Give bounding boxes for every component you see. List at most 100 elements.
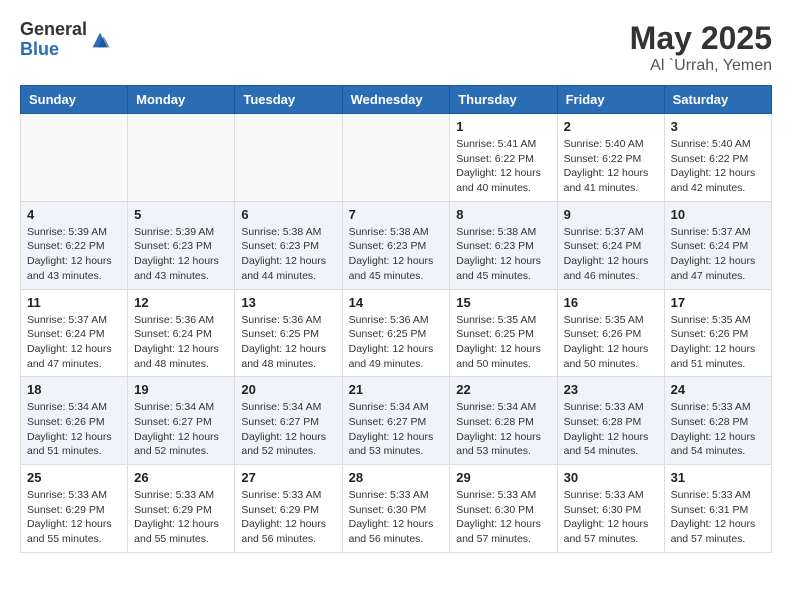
calendar-header-row: SundayMondayTuesdayWednesdayThursdayFrid… xyxy=(21,86,772,114)
calendar-week-row: 18Sunrise: 5:34 AM Sunset: 6:26 PM Dayli… xyxy=(21,377,772,465)
calendar-table: SundayMondayTuesdayWednesdayThursdayFrid… xyxy=(20,85,772,553)
day-number: 21 xyxy=(349,382,444,397)
calendar-cell: 3Sunrise: 5:40 AM Sunset: 6:22 PM Daylig… xyxy=(664,114,771,202)
day-number: 19 xyxy=(134,382,228,397)
day-info: Sunrise: 5:34 AM Sunset: 6:27 PM Dayligh… xyxy=(134,400,228,459)
day-info: Sunrise: 5:37 AM Sunset: 6:24 PM Dayligh… xyxy=(27,313,121,372)
day-number: 29 xyxy=(456,470,550,485)
day-info: Sunrise: 5:33 AM Sunset: 6:30 PM Dayligh… xyxy=(456,488,550,547)
calendar-cell: 18Sunrise: 5:34 AM Sunset: 6:26 PM Dayli… xyxy=(21,377,128,465)
day-number: 3 xyxy=(671,119,765,134)
calendar-cell: 19 Sunrise: 5:34 AM Sunset: 6:27 PM Dayli… xyxy=(128,377,235,465)
day-number: 17 xyxy=(671,295,765,310)
calendar-cell: 13 Sunrise: 5:36 AM Sunset: 6:25 PM Dayli… xyxy=(235,289,342,377)
day-info: Sunrise: 5:33 AM Sunset: 6:29 PM Dayligh… xyxy=(27,488,121,547)
day-info: Sunrise: 5:37 AM Sunset: 6:24 PM Dayligh… xyxy=(671,225,765,284)
day-number: 8 xyxy=(456,207,550,222)
day-info: Sunrise: 5:38 AM Sunset: 6:23 PM Dayligh… xyxy=(456,225,550,284)
day-number: 22 xyxy=(456,382,550,397)
calendar-cell: 30Sunrise: 5:33 AM Sunset: 6:30 PM Dayli… xyxy=(557,465,664,553)
calendar-week-row: 1 Sunrise: 5:41 AM Sunset: 6:22 PM Daylig… xyxy=(21,114,772,202)
calendar-cell: 15Sunrise: 5:35 AM Sunset: 6:25 PM Dayli… xyxy=(450,289,557,377)
calendar-cell: 10Sunrise: 5:37 AM Sunset: 6:24 PM Dayli… xyxy=(664,201,771,289)
day-number: 27 xyxy=(241,470,335,485)
calendar-cell: 29 Sunrise: 5:33 AM Sunset: 6:30 PM Dayli… xyxy=(450,465,557,553)
day-header-wednesday: Wednesday xyxy=(342,86,450,114)
calendar-cell: 22 Sunrise: 5:34 AM Sunset: 6:28 PM Dayli… xyxy=(450,377,557,465)
day-number: 14 xyxy=(349,295,444,310)
day-header-sunday: Sunday xyxy=(21,86,128,114)
logo-icon xyxy=(89,29,111,51)
day-header-tuesday: Tuesday xyxy=(235,86,342,114)
day-header-saturday: Saturday xyxy=(664,86,771,114)
calendar-cell: 12Sunrise: 5:36 AM Sunset: 6:24 PM Dayli… xyxy=(128,289,235,377)
logo-general-text: General xyxy=(20,20,87,40)
calendar-week-row: 11Sunrise: 5:37 AM Sunset: 6:24 PM Dayli… xyxy=(21,289,772,377)
calendar-cell xyxy=(21,114,128,202)
title-block: May 2025 Al `Urrah, Yemen xyxy=(630,20,772,75)
calendar-cell: 1 Sunrise: 5:41 AM Sunset: 6:22 PM Daylig… xyxy=(450,114,557,202)
day-header-thursday: Thursday xyxy=(450,86,557,114)
day-info: Sunrise: 5:35 AM Sunset: 6:25 PM Dayligh… xyxy=(456,313,550,372)
day-info: Sunrise: 5:33 AM Sunset: 6:28 PM Dayligh… xyxy=(671,400,765,459)
calendar-cell: 14 Sunrise: 5:36 AM Sunset: 6:25 PM Dayli… xyxy=(342,289,450,377)
day-number: 9 xyxy=(564,207,658,222)
calendar-cell: 9 Sunrise: 5:37 AM Sunset: 6:24 PM Daylig… xyxy=(557,201,664,289)
day-number: 16 xyxy=(564,295,658,310)
logo-blue-text: Blue xyxy=(20,40,87,60)
day-number: 13 xyxy=(241,295,335,310)
page-header: General Blue May 2025 Al `Urrah, Yemen xyxy=(20,20,772,75)
calendar-cell: 27Sunrise: 5:33 AM Sunset: 6:29 PM Dayli… xyxy=(235,465,342,553)
day-info: Sunrise: 5:37 AM Sunset: 6:24 PM Dayligh… xyxy=(564,225,658,284)
day-info: Sunrise: 5:34 AM Sunset: 6:28 PM Dayligh… xyxy=(456,400,550,459)
day-number: 26 xyxy=(134,470,228,485)
day-number: 23 xyxy=(564,382,658,397)
day-number: 30 xyxy=(564,470,658,485)
day-info: Sunrise: 5:38 AM Sunset: 6:23 PM Dayligh… xyxy=(349,225,444,284)
day-number: 18 xyxy=(27,382,121,397)
day-info: Sunrise: 5:34 AM Sunset: 6:27 PM Dayligh… xyxy=(241,400,335,459)
day-number: 24 xyxy=(671,382,765,397)
calendar-cell: 4 Sunrise: 5:39 AM Sunset: 6:22 PM Daylig… xyxy=(21,201,128,289)
calendar-cell: 8 Sunrise: 5:38 AM Sunset: 6:23 PM Daylig… xyxy=(450,201,557,289)
calendar-cell: 24 Sunrise: 5:33 AM Sunset: 6:28 PM Dayli… xyxy=(664,377,771,465)
calendar-subtitle: Al `Urrah, Yemen xyxy=(630,57,772,75)
day-header-monday: Monday xyxy=(128,86,235,114)
day-info: Sunrise: 5:33 AM Sunset: 6:29 PM Dayligh… xyxy=(134,488,228,547)
calendar-cell: 21 Sunrise: 5:34 AM Sunset: 6:27 PM Dayli… xyxy=(342,377,450,465)
day-info: Sunrise: 5:35 AM Sunset: 6:26 PM Dayligh… xyxy=(564,313,658,372)
day-info: Sunrise: 5:41 AM Sunset: 6:22 PM Dayligh… xyxy=(456,137,550,196)
day-number: 12 xyxy=(134,295,228,310)
calendar-cell: 28 Sunrise: 5:33 AM Sunset: 6:30 PM Dayli… xyxy=(342,465,450,553)
calendar-week-row: 4 Sunrise: 5:39 AM Sunset: 6:22 PM Daylig… xyxy=(21,201,772,289)
calendar-cell: 5 Sunrise: 5:39 AM Sunset: 6:23 PM Daylig… xyxy=(128,201,235,289)
day-info: Sunrise: 5:33 AM Sunset: 6:30 PM Dayligh… xyxy=(349,488,444,547)
calendar-title: May 2025 xyxy=(630,20,772,57)
day-number: 5 xyxy=(134,207,228,222)
day-number: 31 xyxy=(671,470,765,485)
calendar-cell: 7Sunrise: 5:38 AM Sunset: 6:23 PM Daylig… xyxy=(342,201,450,289)
calendar-cell: 23Sunrise: 5:33 AM Sunset: 6:28 PM Dayli… xyxy=(557,377,664,465)
calendar-cell: 16 Sunrise: 5:35 AM Sunset: 6:26 PM Dayli… xyxy=(557,289,664,377)
day-number: 25 xyxy=(27,470,121,485)
day-info: Sunrise: 5:36 AM Sunset: 6:25 PM Dayligh… xyxy=(241,313,335,372)
day-info: Sunrise: 5:36 AM Sunset: 6:25 PM Dayligh… xyxy=(349,313,444,372)
day-number: 1 xyxy=(456,119,550,134)
calendar-cell: 11Sunrise: 5:37 AM Sunset: 6:24 PM Dayli… xyxy=(21,289,128,377)
calendar-cell xyxy=(235,114,342,202)
day-info: Sunrise: 5:39 AM Sunset: 6:23 PM Dayligh… xyxy=(134,225,228,284)
calendar-cell: 25 Sunrise: 5:33 AM Sunset: 6:29 PM Dayli… xyxy=(21,465,128,553)
calendar-cell xyxy=(128,114,235,202)
day-info: Sunrise: 5:35 AM Sunset: 6:26 PM Dayligh… xyxy=(671,313,765,372)
calendar-cell: 2Sunrise: 5:40 AM Sunset: 6:22 PM Daylig… xyxy=(557,114,664,202)
day-info: Sunrise: 5:33 AM Sunset: 6:31 PM Dayligh… xyxy=(671,488,765,547)
calendar-cell: 17 Sunrise: 5:35 AM Sunset: 6:26 PM Dayli… xyxy=(664,289,771,377)
day-number: 28 xyxy=(349,470,444,485)
day-number: 4 xyxy=(27,207,121,222)
day-info: Sunrise: 5:40 AM Sunset: 6:22 PM Dayligh… xyxy=(564,137,658,196)
calendar-week-row: 25 Sunrise: 5:33 AM Sunset: 6:29 PM Dayli… xyxy=(21,465,772,553)
day-info: Sunrise: 5:34 AM Sunset: 6:27 PM Dayligh… xyxy=(349,400,444,459)
calendar-cell xyxy=(342,114,450,202)
calendar-cell: 6Sunrise: 5:38 AM Sunset: 6:23 PM Daylig… xyxy=(235,201,342,289)
day-info: Sunrise: 5:39 AM Sunset: 6:22 PM Dayligh… xyxy=(27,225,121,284)
